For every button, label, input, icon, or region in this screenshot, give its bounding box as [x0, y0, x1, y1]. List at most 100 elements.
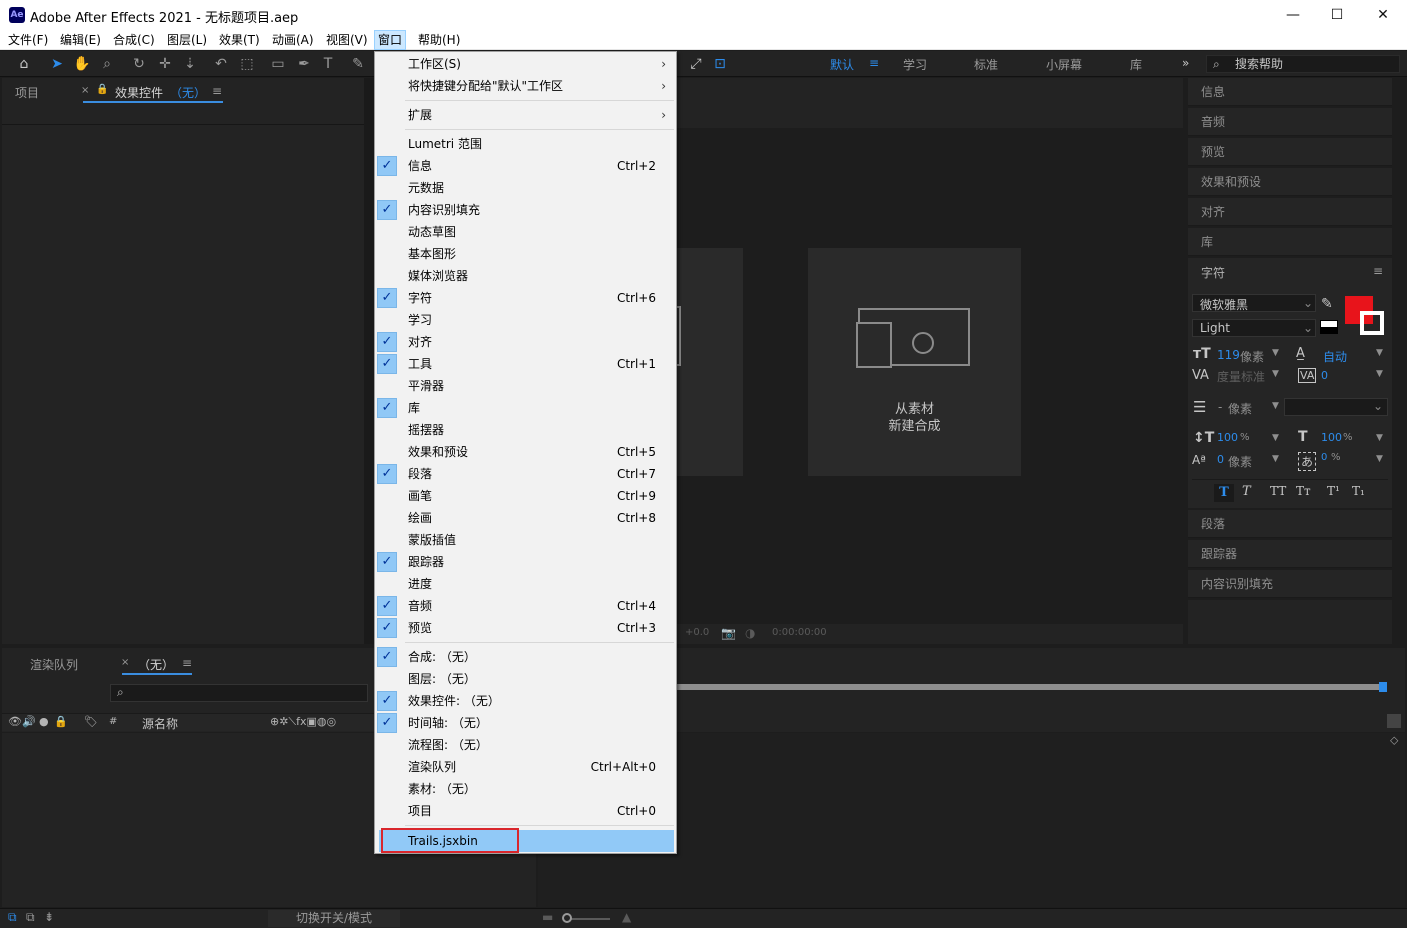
graph-mini-icon[interactable]: ⇟	[44, 910, 54, 924]
hand-tool-icon[interactable]: ✋	[72, 54, 92, 74]
search-help-field[interactable]: ⌕ 搜索帮助	[1206, 55, 1400, 73]
menu-item-footage[interactable]: 素材: （无）	[375, 778, 676, 800]
menu-item-metadata[interactable]: 元数据	[375, 177, 676, 199]
kerning-value[interactable]: 度量标准	[1217, 368, 1265, 385]
small-caps-button[interactable]: Tт	[1296, 484, 1311, 498]
menu-item-effect-controls[interactable]: ✓ 效果控件: （无）	[375, 690, 676, 712]
workspace-menu-icon[interactable]: ≡	[869, 56, 879, 70]
menu-item-wiggler[interactable]: 摇摆器	[375, 419, 676, 441]
white-black-swatch[interactable]	[1320, 320, 1338, 334]
menu-item-flowchart[interactable]: 流程图: （无）	[375, 734, 676, 756]
pan-behind-tool-icon[interactable]: ⇣	[180, 54, 200, 74]
workspace-default[interactable]: 默认	[830, 56, 854, 73]
lock-icon[interactable]: 🔒	[96, 84, 108, 95]
anchor-tool-icon[interactable]: ⬚	[237, 54, 257, 74]
zoom-out-icon[interactable]: ▬	[542, 910, 553, 924]
menu-item-audio[interactable]: ✓ 音频 Ctrl+4	[375, 595, 676, 617]
stroke-type-select[interactable]: ⌄	[1284, 398, 1388, 416]
menu-file[interactable]: 文件(F)	[5, 30, 51, 50]
maximize-button[interactable]: ☐	[1314, 0, 1360, 30]
tab-timeline[interactable]: （无）	[138, 656, 174, 673]
menu-item-smoother[interactable]: 平滑器	[375, 375, 676, 397]
menu-item-paragraph[interactable]: ✓ 段落 Ctrl+7	[375, 463, 676, 485]
workspace-library[interactable]: 库	[1130, 56, 1142, 73]
rotate-tool-icon[interactable]: ↻	[129, 54, 149, 74]
zoom-slider-thumb[interactable]	[562, 913, 572, 923]
menu-item-content-aware-fill[interactable]: ✓ 内容识别填充	[375, 199, 676, 221]
baseline-shift-value[interactable]: 0	[1217, 453, 1224, 466]
menu-item-motion-sketch[interactable]: 动态草图	[375, 221, 676, 243]
menu-item-tools[interactable]: ✓ 工具 Ctrl+1	[375, 353, 676, 375]
workspace-standard[interactable]: 标准	[974, 56, 998, 73]
menu-item-lumetri-scopes[interactable]: Lumetri 范围	[375, 133, 676, 155]
menu-layer[interactable]: 图层(L)	[164, 30, 210, 50]
timecode[interactable]: 0:00:00:00	[772, 627, 827, 638]
menu-item-media-browser[interactable]: 媒体浏览器	[375, 265, 676, 287]
faux-bold-button[interactable]: T	[1214, 484, 1234, 502]
eyedropper-icon[interactable]: ✎	[1321, 296, 1333, 312]
menu-help[interactable]: 帮助(H)	[415, 30, 463, 50]
panel-content-aware-fill[interactable]: 内容识别填充	[1188, 570, 1392, 598]
toggle-switches-modes-button[interactable]: 切换开关/模式	[268, 910, 400, 927]
show-snapshot-icon[interactable]: ◑	[745, 626, 755, 640]
panel-align[interactable]: 对齐	[1188, 198, 1392, 226]
new-comp-card[interactable]	[677, 248, 743, 476]
eye-icon[interactable]: 👁	[8, 715, 22, 728]
menu-animation[interactable]: 动画(A)	[269, 30, 317, 50]
menu-item-layer[interactable]: 图层: （无）	[375, 668, 676, 690]
menu-item-essential-graphics[interactable]: 基本图形	[375, 243, 676, 265]
selection-tool-icon[interactable]: ➤	[47, 54, 67, 74]
work-area-end-handle[interactable]	[1379, 682, 1387, 692]
panel-info[interactable]: 信息	[1188, 78, 1392, 106]
home-icon[interactable]: ⌂	[14, 54, 34, 74]
stroke-color-swatch[interactable]	[1360, 311, 1384, 335]
vertical-scale-value[interactable]: 100	[1217, 431, 1238, 444]
menu-item-learn[interactable]: 学习	[375, 309, 676, 331]
tsume-value[interactable]: 0	[1321, 452, 1327, 463]
zoom-tool-icon[interactable]: ⌕	[97, 54, 117, 74]
all-caps-button[interactable]: TT	[1270, 484, 1286, 498]
switches-icons[interactable]: ⊕✲⟍fx▣◍◎	[270, 715, 336, 729]
font-family-select[interactable]: 微软雅黑 ⌄	[1192, 294, 1316, 312]
snapshot-icon[interactable]: 📷	[721, 626, 736, 640]
panel-effects-presets[interactable]: 效果和预设	[1188, 168, 1392, 196]
menu-item-effects-presets[interactable]: 效果和预设 Ctrl+5	[375, 441, 676, 463]
menu-item-preview[interactable]: ✓ 预览 Ctrl+3	[375, 617, 676, 639]
tab-effect-controls[interactable]: 效果控件	[115, 84, 163, 101]
type-tool-icon[interactable]: T	[318, 54, 338, 74]
menu-item-project[interactable]: 项目 Ctrl+0	[375, 800, 676, 822]
workspace-learn[interactable]: 学习	[903, 56, 927, 73]
menu-window[interactable]: 窗口	[374, 30, 407, 50]
work-area-bar[interactable]	[677, 684, 1385, 690]
panel-library[interactable]: 库	[1188, 228, 1392, 256]
faux-italic-button[interactable]: T	[1242, 484, 1251, 499]
menu-item-composition[interactable]: ✓ 合成: （无）	[375, 646, 676, 668]
menu-item-brushes[interactable]: 画笔 Ctrl+9	[375, 485, 676, 507]
menu-item-timeline[interactable]: ✓ 时间轴: （无）	[375, 712, 676, 734]
layer-mini-icon[interactable]: ⧉	[26, 910, 35, 925]
workspace-small-screen[interactable]: 小屏幕	[1046, 56, 1082, 73]
menu-item-progress[interactable]: 进度	[375, 573, 676, 595]
snapping-box-icon[interactable]: ⊡	[710, 54, 730, 74]
panel-audio[interactable]: 音频	[1188, 108, 1392, 136]
tab-render-queue[interactable]: 渲染队列	[30, 656, 78, 673]
pen-tool-icon[interactable]: ✒	[294, 54, 314, 74]
rectangle-tool-icon[interactable]: ▭	[268, 54, 288, 74]
font-style-select[interactable]: Light ⌄	[1192, 319, 1316, 337]
menu-item-align[interactable]: ✓ 对齐	[375, 331, 676, 353]
lock-icon[interactable]: 🔒	[54, 715, 68, 728]
comp-mini-icon[interactable]: ⧉	[8, 910, 17, 925]
character-menu-icon[interactable]: ≡	[1373, 264, 1383, 278]
playhead-icon[interactable]: ⬦	[1390, 733, 1405, 753]
tab-menu-icon[interactable]: ≡	[212, 84, 222, 98]
menu-view[interactable]: 视图(V)	[323, 30, 371, 50]
menu-item-workspace[interactable]: 工作区(S) ›	[375, 53, 676, 75]
close-button[interactable]: ✕	[1360, 0, 1406, 30]
superscript-button[interactable]: T¹	[1327, 484, 1340, 498]
menu-item-character[interactable]: ✓ 字符 Ctrl+6	[375, 287, 676, 309]
menu-item-assign-shortcut[interactable]: 将快捷键分配给"默认"工作区 ›	[375, 75, 676, 97]
subscript-button[interactable]: T₁	[1352, 484, 1365, 498]
snap-icon[interactable]: ⤢	[686, 54, 706, 74]
tab-project[interactable]: 项目	[15, 84, 39, 101]
panel-tracker[interactable]: 跟踪器	[1188, 540, 1392, 568]
